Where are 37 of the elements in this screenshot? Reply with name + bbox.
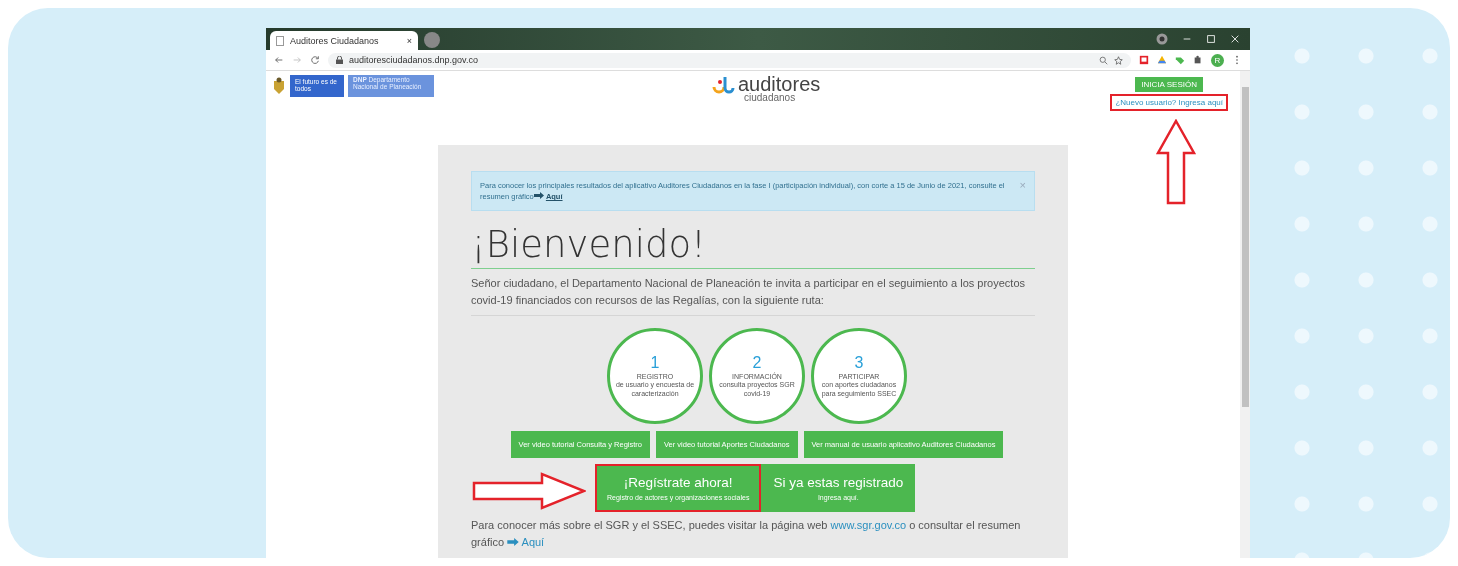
address-bar[interactable]: auditoresciudadanos.dnp.gov.co — [328, 52, 1131, 68]
close-icon[interactable] — [1230, 34, 1240, 44]
browser-tab[interactable]: Auditores Ciudadanos × — [270, 31, 418, 50]
footer-text: Para conocer más sobre el SGR y el SSEC, puedes visitar la página web www.sgr.gov.co o consultar el resumen gráfico Aquí — [471, 518, 1022, 551]
welcome-title: ¡Bienvenido! — [471, 223, 1035, 270]
summary-link[interactable]: Aquí — [521, 536, 545, 549]
site-link[interactable]: www.sgr.gov.co — [830, 519, 907, 532]
tab-close-button[interactable]: × — [406, 35, 412, 46]
back-arrow-icon[interactable] — [274, 55, 284, 65]
reload-icon[interactable] — [310, 55, 320, 65]
step-number: 1 — [650, 354, 660, 373]
step-number: 2 — [752, 354, 762, 372]
scrollbar[interactable] — [1240, 71, 1250, 558]
new-tab-button[interactable] — [424, 32, 440, 48]
tag-icon[interactable] — [1175, 55, 1185, 65]
right-arrow-icon — [472, 472, 586, 511]
page-icon — [276, 35, 284, 46]
tab-title: Auditores Ciudadanos — [290, 35, 380, 46]
triangle-icon[interactable] — [1157, 55, 1167, 65]
url-text: auditoresciudadanos.dnp.gov.co — [349, 55, 479, 65]
lock-icon — [336, 56, 343, 64]
zoom-icon[interactable] — [1099, 55, 1108, 65]
logo-title: auditores — [738, 75, 821, 93]
record-icon[interactable] — [1156, 33, 1168, 45]
up-arrow-icon — [1156, 119, 1196, 205]
coat-of-arms-icon — [272, 77, 286, 95]
star-icon[interactable] — [1114, 55, 1123, 65]
profile-avatar[interactable]: R — [1211, 53, 1224, 67]
alert-close-button[interactable]: × — [1019, 180, 1026, 203]
register-link[interactable]: ¿Nuevo usuario? Ingresa aquí — [1110, 94, 1228, 111]
logo-icon — [711, 75, 735, 95]
maximize-icon[interactable] — [1206, 34, 1216, 44]
intro-text: Señor ciudadano, el Departamento Nacional de Planeación te invita a participar en el seguimiento a los proyectos covid-19 financiados con recursos de las Regalías, con la siguiente ruta: — [471, 275, 1035, 317]
step-number: 3 — [854, 354, 864, 373]
shield-icon[interactable] — [1139, 55, 1149, 65]
logo-subtitle: ciudadanos — [743, 93, 797, 103]
login-button[interactable]: INICIA SESIÓN — [1135, 77, 1203, 92]
